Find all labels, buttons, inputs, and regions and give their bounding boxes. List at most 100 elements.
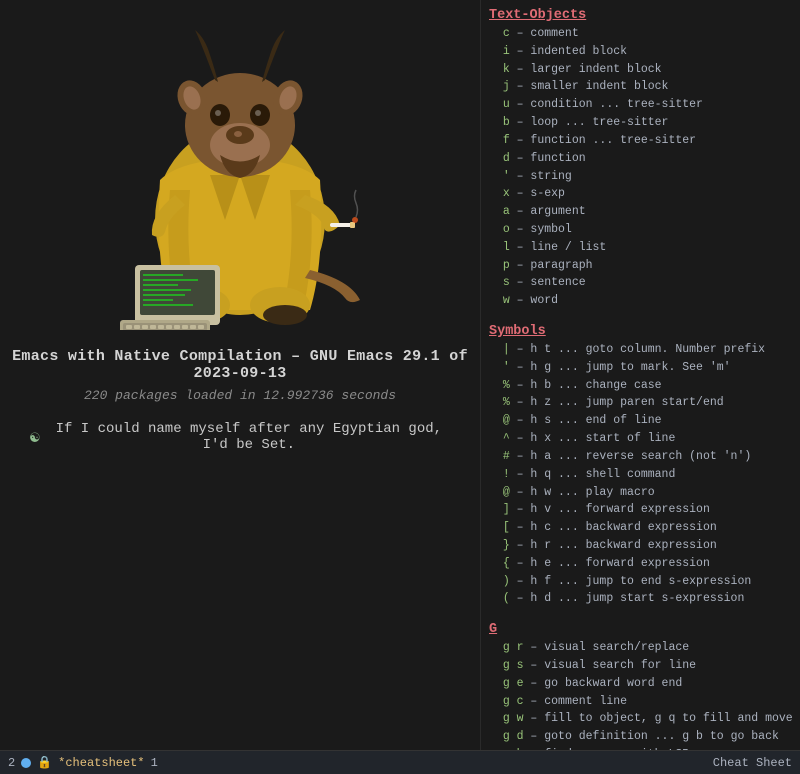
key-binding: | (503, 343, 510, 356)
list-item: ^ – h x ... start of line (489, 430, 792, 448)
key-binding: x (503, 187, 510, 200)
key-description: – function ... tree-sitter (510, 134, 696, 147)
key-description: – goto definition ... g b to go back (524, 730, 779, 743)
key-binding: b (503, 116, 510, 129)
key-description: – condition ... tree-sitter (510, 98, 703, 111)
key-description: – s-exp (510, 187, 565, 200)
list-item: p – paragraph (489, 257, 792, 275)
list-item: g d – goto definition ... g b to go back (489, 728, 792, 746)
key-binding: j (503, 80, 510, 93)
key-description: – h w ... play macro (510, 486, 655, 499)
list-item: % – h b ... change case (489, 377, 792, 395)
list-item: g e – go backward word end (489, 675, 792, 693)
key-description: – h z ... jump paren start/end (510, 396, 724, 409)
key-binding: ] (503, 503, 510, 516)
key-binding: g w (503, 712, 524, 725)
key-binding: % (503, 379, 510, 392)
key-binding: g e (503, 677, 524, 690)
key-description: – paragraph (510, 259, 593, 272)
key-binding: % (503, 396, 510, 409)
list-item: g s – visual search for line (489, 657, 792, 675)
key-description: – h v ... forward expression (510, 503, 710, 516)
list-item: % – h z ... jump paren start/end (489, 394, 792, 412)
key-binding: i (503, 45, 510, 58)
status-indicator (21, 758, 31, 768)
key-description: – h a ... reverse search (not 'n') (510, 450, 752, 463)
list-item: ! – h q ... shell command (489, 466, 792, 484)
right-panel[interactable]: Text-Objects c – comment i – indented bl… (480, 0, 800, 750)
key-binding: o (503, 223, 510, 236)
list-item: a – argument (489, 203, 792, 221)
status-tab-num: 1 (151, 756, 158, 770)
key-description: – h e ... forward expression (510, 557, 710, 570)
list-item: @ – h s ... end of line (489, 412, 792, 430)
key-binding: f (503, 134, 510, 147)
list-item: | – h t ... goto column. Number prefix (489, 341, 792, 359)
key-binding: u (503, 98, 510, 111)
key-binding: p (503, 259, 510, 272)
key-description: – line / list (510, 241, 607, 254)
left-panel: Emacs with Native Compilation – GNU Emac… (0, 0, 480, 750)
key-binding: ( (503, 592, 510, 605)
key-binding: @ (503, 414, 510, 427)
list-item: g w – fill to object, g q to fill and mo… (489, 710, 792, 728)
list-item: ' – string (489, 168, 792, 186)
list-item: j – smaller indent block (489, 78, 792, 96)
list-item: } – h r ... backward expression (489, 537, 792, 555)
fortune-text: If I could name myself after any Egyptia… (48, 421, 450, 453)
list-item: u – condition ... tree-sitter (489, 96, 792, 114)
list-item: s – sentence (489, 274, 792, 292)
status-right-label: Cheat Sheet (713, 756, 792, 770)
key-binding: a (503, 205, 510, 218)
key-binding: g c (503, 695, 524, 708)
key-binding: ^ (503, 432, 510, 445)
packages-info: 220 packages loaded in 12.992736 seconds (84, 388, 396, 403)
key-binding: # (503, 450, 510, 463)
key-binding: l (503, 241, 510, 254)
key-binding: k (503, 63, 510, 76)
key-description: – h q ... shell command (510, 468, 676, 481)
key-description: – smaller indent block (510, 80, 669, 93)
key-description: – comment (510, 27, 579, 40)
list-item: { – h e ... forward expression (489, 555, 792, 573)
section-title-symbols: Symbols (489, 324, 792, 339)
key-description: – fill to object, g q to fill and move (524, 712, 793, 725)
list-item: [ – h c ... backward expression (489, 519, 792, 537)
list-item: ) – h f ... jump to end s-expression (489, 573, 792, 591)
key-description: – visual search/replace (524, 641, 690, 654)
list-item: i – indented block (489, 43, 792, 61)
key-description: – h f ... jump to end s-expression (510, 575, 752, 588)
key-description: – comment line (524, 695, 628, 708)
key-description: – h t ... goto column. Number prefix (510, 343, 765, 356)
key-description: – sentence (510, 276, 586, 289)
section-title-text-objects: Text-Objects (489, 8, 792, 23)
key-description: – symbol (510, 223, 572, 236)
list-item: b – loop ... tree-sitter (489, 114, 792, 132)
status-filename: *cheatsheet* (58, 756, 144, 770)
key-description: – h r ... backward expression (510, 539, 717, 552)
list-item: d – function (489, 150, 792, 168)
emacs-title: Emacs with Native Compilation – GNU Emac… (0, 348, 480, 382)
key-binding: ' (503, 361, 510, 374)
key-description: – h x ... start of line (510, 432, 676, 445)
key-description: – word (510, 294, 558, 307)
key-description: – h g ... jump to mark. See 'm' (510, 361, 731, 374)
status-num: 2 (8, 756, 15, 770)
key-binding: w (503, 294, 510, 307)
key-binding: @ (503, 486, 510, 499)
fortune-line: ☯ If I could name myself after any Egypt… (0, 421, 480, 453)
list-item: # – h a ... reverse search (not 'n') (489, 448, 792, 466)
key-binding: [ (503, 521, 510, 534)
key-description: – string (510, 170, 572, 183)
key-description: – h b ... change case (510, 379, 662, 392)
list-item: ] – h v ... forward expression (489, 501, 792, 519)
status-bar: 2 🔒 *cheatsheet* 1 Cheat Sheet (0, 750, 800, 774)
list-item: ' – h g ... jump to mark. See 'm' (489, 359, 792, 377)
key-binding: g d (503, 730, 524, 743)
key-description: – argument (510, 205, 586, 218)
list-item: g c – comment line (489, 693, 792, 711)
key-description: – h c ... backward expression (510, 521, 717, 534)
key-description: – h d ... jump start s-expression (510, 592, 745, 605)
fortune-icon: ☯ (30, 427, 40, 447)
gnu-mascot (80, 20, 400, 330)
